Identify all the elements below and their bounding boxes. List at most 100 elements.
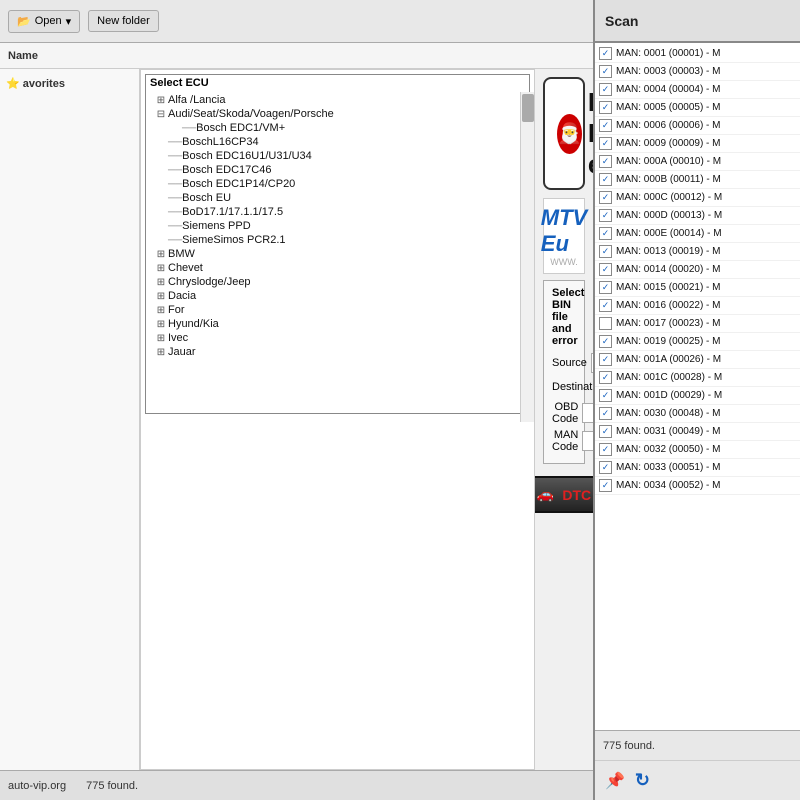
scan-list-item[interactable]: ✓MAN: 0005 (00005) - M — [595, 99, 800, 117]
refresh-icon[interactable]: ↻ — [635, 770, 650, 791]
scan-list-item[interactable]: ✓MAN: 0019 (00025) - M — [595, 333, 800, 351]
scan-item-text: MAN: 000D (00013) - M — [616, 210, 796, 221]
obd-input[interactable] — [582, 403, 593, 423]
scan-list-item[interactable]: ✓MAN: 001C (00028) - M — [595, 369, 800, 387]
expand-icon-audi: ⊟ — [154, 109, 168, 120]
tree-leaf-bosch-ul16[interactable]: ── Bosch L16CP34 — [166, 135, 523, 149]
scan-list-item[interactable]: ✓MAN: 0003 (00003) - M — [595, 63, 800, 81]
scan-list-item[interactable]: ✓ MAN: 0009 (00009) - M — [595, 135, 800, 153]
tree-node-chrysler[interactable]: ⊞ Chrysl odge/Jeep — [152, 275, 523, 289]
scan-list-item[interactable]: ✓ MAN: 000D (00013) - M — [595, 207, 800, 225]
scan-list-item[interactable]: ✓MAN: 0006 (00006) - M — [595, 117, 800, 135]
scan-item-text: MAN: 0004 (00004) - M — [616, 84, 796, 95]
scan-list-item[interactable]: ✓ MAN: 0004 (00004) - M — [595, 81, 800, 99]
tree-leaf-bosch-edc17c46[interactable]: ── Bosch EDC17C46 — [166, 163, 523, 177]
tree-leaf-bosch-eu[interactable]: ── Bosch EU — [166, 191, 523, 205]
tree-leaf-bosch-edc17cp[interactable]: ── Bosch EDC1 P14/CP20 — [166, 177, 523, 191]
scan-checkbox[interactable]: ✓ — [599, 299, 612, 312]
expand-icon-chrysler: ⊞ — [154, 277, 168, 288]
scan-list-item[interactable]: ✓MAN: 0001 (00001) - M — [595, 45, 800, 63]
tree-leaf-bosch-edc15[interactable]: - ── Bosch EDC1 /VM+ — [166, 121, 523, 135]
tree-leaf-siemens-ppd[interactable]: ── Siemens PPD — [166, 219, 523, 233]
tree-node-jaguar[interactable]: ⊞ Ja uar — [152, 345, 523, 359]
scan-item-text: MAN: 0033 (00051) - M — [616, 462, 796, 473]
scan-checkbox[interactable]: ✓ — [599, 461, 612, 474]
tree-node-dacia[interactable]: ⊞ Dacia — [152, 289, 523, 303]
scan-item-text: MAN: 0032 (00050) - M — [616, 444, 796, 455]
scan-list[interactable]: ✓MAN: 0001 (00001) - M✓MAN: 0003 (00003)… — [595, 43, 800, 730]
scan-item-text: MAN: 0013 (00019) - M — [616, 246, 796, 257]
scan-list-item[interactable]: ✓MAN: 0014 (00020) - M — [595, 261, 800, 279]
scan-item-text: MAN: 0009 (00009) - M — [616, 138, 796, 149]
scan-list-item[interactable]: ✓MAN: 0030 (00048) - M — [595, 405, 800, 423]
tree-panel: Select ECU ⊞ Alfa /Lancia ⊟ Audi/Seat/Sk… — [140, 69, 535, 770]
scan-list-item[interactable]: ✓MAN: 0031 (00049) - M — [595, 423, 800, 441]
man-row: MAN Code — [552, 429, 576, 453]
tree-leaf-simos-pcr[interactable]: ── Sieme Simos PCR2.1 — [166, 233, 523, 247]
tree-node-chevrolet[interactable]: ⊞ Chev et — [152, 261, 523, 275]
open-button[interactable]: 📂 Open ▾ — [8, 10, 80, 33]
tree-leaf-bosch-17[interactable]: ── Bo D17.1/17.1.1/17.5 — [166, 205, 523, 219]
scan-bottom-icons: 📌 ↻ — [595, 760, 800, 800]
scan-checkbox[interactable]: ✓ — [599, 479, 612, 492]
scan-checkbox[interactable]: ✓ — [599, 335, 612, 348]
tree-scrollbar[interactable] — [520, 92, 534, 422]
scan-checkbox[interactable]: ✓ — [599, 47, 612, 60]
tree-node-hyundai[interactable]: ⊞ Hyund /Kia — [152, 317, 523, 331]
scan-checkbox[interactable]: ✓ — [599, 425, 612, 438]
tree-node-ford[interactable]: ⊞ For — [152, 303, 523, 317]
scan-checkbox[interactable]: ✓ — [599, 353, 612, 366]
new-folder-label: New folder — [97, 15, 150, 27]
scan-list-item[interactable]: ✓MAN: 000A (00010) - M — [595, 153, 800, 171]
scan-item-text: MAN: 001A (00026) - M — [616, 354, 796, 365]
explorer-header: Name — [0, 43, 593, 69]
scan-checkbox[interactable]: ✓ — [599, 389, 612, 402]
tree-node-alfa[interactable]: ⊞ Alfa /Lancia — [152, 93, 523, 107]
scan-list-item[interactable]: ✓MAN: 001D (00029) - M — [595, 387, 800, 405]
tree-leaf-bosch-edc16u1[interactable]: ── Bosch EDC16U1/U31/U34 — [166, 149, 523, 163]
scan-checkbox[interactable]: ✓ — [599, 263, 612, 276]
expand-icon-chevrolet: ⊞ — [154, 263, 168, 274]
tree-node-audi[interactable]: ⊟ Audi/Seat/Skoda/Vo agen/Porsche — [152, 107, 523, 121]
sidebar: ⭐ avorites — [0, 69, 140, 770]
tree-node-iveco[interactable]: ⊞ Ivec — [152, 331, 523, 345]
scan-list-item[interactable]: MAN: 0017 (00023) - M — [595, 315, 800, 333]
scan-checkbox[interactable]: ✓ — [599, 137, 612, 150]
open-dropdown-arrow[interactable]: ▾ — [66, 15, 72, 28]
man-input[interactable] — [582, 431, 593, 451]
scan-list-item[interactable]: ✓MAN: 0015 (00021) - M — [595, 279, 800, 297]
toolbar: 📂 Open ▾ New folder — [0, 0, 593, 43]
new-folder-button[interactable]: New folder — [88, 10, 159, 32]
scan-list-item[interactable]: ✓MAN: 000E (00014) - M — [595, 225, 800, 243]
scan-checkbox[interactable]: ✓ — [599, 407, 612, 420]
scan-checkbox[interactable]: ✓ — [599, 173, 612, 186]
scan-list-item[interactable]: ✓ MAN: 0032 (00050) - M — [595, 441, 800, 459]
pin-icon[interactable]: 📌 — [605, 771, 625, 791]
scan-checkbox[interactable]: ✓ — [599, 101, 612, 114]
scan-list-item[interactable]: ✓MAN: 000C (00012) - M — [595, 189, 800, 207]
scan-checkbox[interactable]: ✓ — [599, 443, 612, 456]
scan-checkbox[interactable]: ✓ — [599, 65, 612, 78]
scan-list-item[interactable]: ✓ MAN: 0033 (00051) - M — [595, 459, 800, 477]
scrollbar-thumb — [522, 94, 534, 122]
scan-checkbox[interactable]: ✓ — [599, 245, 612, 258]
scan-list-item[interactable]: ✓MAN: 0034 (00052) - M — [595, 477, 800, 495]
scan-checkbox[interactable] — [599, 317, 612, 330]
scan-checkbox[interactable]: ✓ — [599, 371, 612, 384]
scan-list-item[interactable]: ✓ MAN: 001A (00026) - M — [595, 351, 800, 369]
scan-list-item[interactable]: ✓MAN: 000B (00011) - M — [595, 171, 800, 189]
scan-checkbox[interactable]: ✓ — [599, 227, 612, 240]
scan-checkbox[interactable]: ✓ — [599, 281, 612, 294]
tree-node-bmw[interactable]: ⊞ BMW — [152, 247, 523, 261]
scan-checkbox[interactable]: ✓ — [599, 83, 612, 96]
scan-list-item[interactable]: ✓MAN: 0016 (00022) - M — [595, 297, 800, 315]
scan-checkbox[interactable]: ✓ — [599, 209, 612, 222]
source-row: Source ... — [552, 353, 576, 373]
ecu-tree[interactable]: ⊞ Alfa /Lancia ⊟ Audi/Seat/Skoda/Vo agen… — [150, 91, 525, 411]
scan-list-item[interactable]: ✓ MAN: 0013 (00019) - M — [595, 243, 800, 261]
bin-section: Select BIN file and error Source ... Des… — [543, 280, 585, 464]
scan-checkbox[interactable]: ✓ — [599, 155, 612, 168]
scan-checkbox[interactable]: ✓ — [599, 119, 612, 132]
scan-checkbox[interactable]: ✓ — [599, 191, 612, 204]
dtc-remove-button[interactable]: 🚗 DTC — [535, 476, 593, 513]
